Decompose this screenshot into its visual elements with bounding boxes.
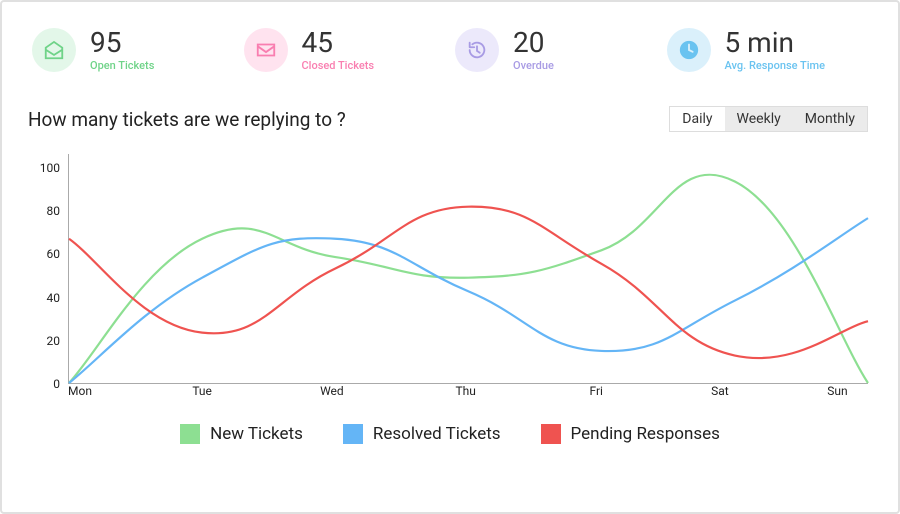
chart-title: How many tickets are we replying to ? [28, 108, 346, 131]
stat-avg-value: 5 min [725, 28, 825, 59]
stat-open-label: Open Tickets [90, 59, 154, 72]
stat-closed-value: 45 [302, 28, 375, 59]
y-tick: 0 [32, 377, 60, 391]
chart-area: 0 20 40 60 80 100 Mon Tue Wed Thu Fri Sat Sun [32, 154, 868, 404]
legend-resolved-swatch [343, 424, 363, 444]
stat-open-tickets: 95 Open Tickets [32, 28, 234, 72]
toggle-weekly[interactable]: Weekly [725, 107, 793, 131]
envelope-icon [244, 28, 288, 72]
envelope-open-icon [32, 28, 76, 72]
y-tick: 60 [32, 247, 60, 261]
legend-new: New Tickets [180, 424, 303, 444]
y-tick: 80 [32, 204, 60, 218]
x-axis: Mon Tue Wed Thu Fri Sat Sun [68, 384, 868, 404]
legend-resolved-label: Resolved Tickets [373, 424, 501, 444]
legend-pending-swatch [541, 424, 561, 444]
y-tick: 20 [32, 334, 60, 348]
legend-pending-label: Pending Responses [571, 424, 720, 444]
plot [68, 154, 868, 384]
y-tick: 100 [32, 161, 60, 175]
stat-avg-label: Avg. Response Time [725, 59, 825, 72]
x-tick: Sun [827, 384, 847, 404]
legend-pending: Pending Responses [541, 424, 720, 444]
stat-open-value: 95 [90, 28, 154, 59]
legend-new-label: New Tickets [210, 424, 303, 444]
clock-icon [667, 28, 711, 72]
x-tick: Wed [320, 384, 344, 404]
stat-avg-response: 5 min Avg. Response Time [667, 28, 869, 72]
x-tick: Fri [590, 384, 603, 404]
x-tick: Mon [68, 384, 92, 404]
y-axis: 020406080100 [32, 154, 60, 384]
toggle-daily[interactable]: Daily [670, 107, 724, 131]
x-tick: Thu [455, 384, 475, 404]
stat-overdue-label: Overdue [513, 59, 554, 72]
stat-overdue-value: 20 [513, 28, 554, 59]
series-pending-responses [69, 207, 868, 358]
legend: New Tickets Resolved Tickets Pending Res… [2, 404, 898, 444]
stats-row: 95 Open Tickets 45 Closed Tickets 20 Ove… [2, 2, 898, 72]
legend-resolved: Resolved Tickets [343, 424, 501, 444]
chart-header: How many tickets are we replying to ? Da… [2, 72, 898, 132]
stat-closed-label: Closed Tickets [302, 59, 375, 72]
x-tick: Sat [711, 384, 729, 404]
toggle-monthly[interactable]: Monthly [793, 107, 867, 131]
refresh-clock-icon [455, 28, 499, 72]
y-tick: 40 [32, 291, 60, 305]
legend-new-swatch [180, 424, 200, 444]
stat-closed-tickets: 45 Closed Tickets [244, 28, 446, 72]
stat-overdue: 20 Overdue [455, 28, 657, 72]
x-tick: Tue [192, 384, 212, 404]
period-toggle: Daily Weekly Monthly [669, 106, 868, 132]
